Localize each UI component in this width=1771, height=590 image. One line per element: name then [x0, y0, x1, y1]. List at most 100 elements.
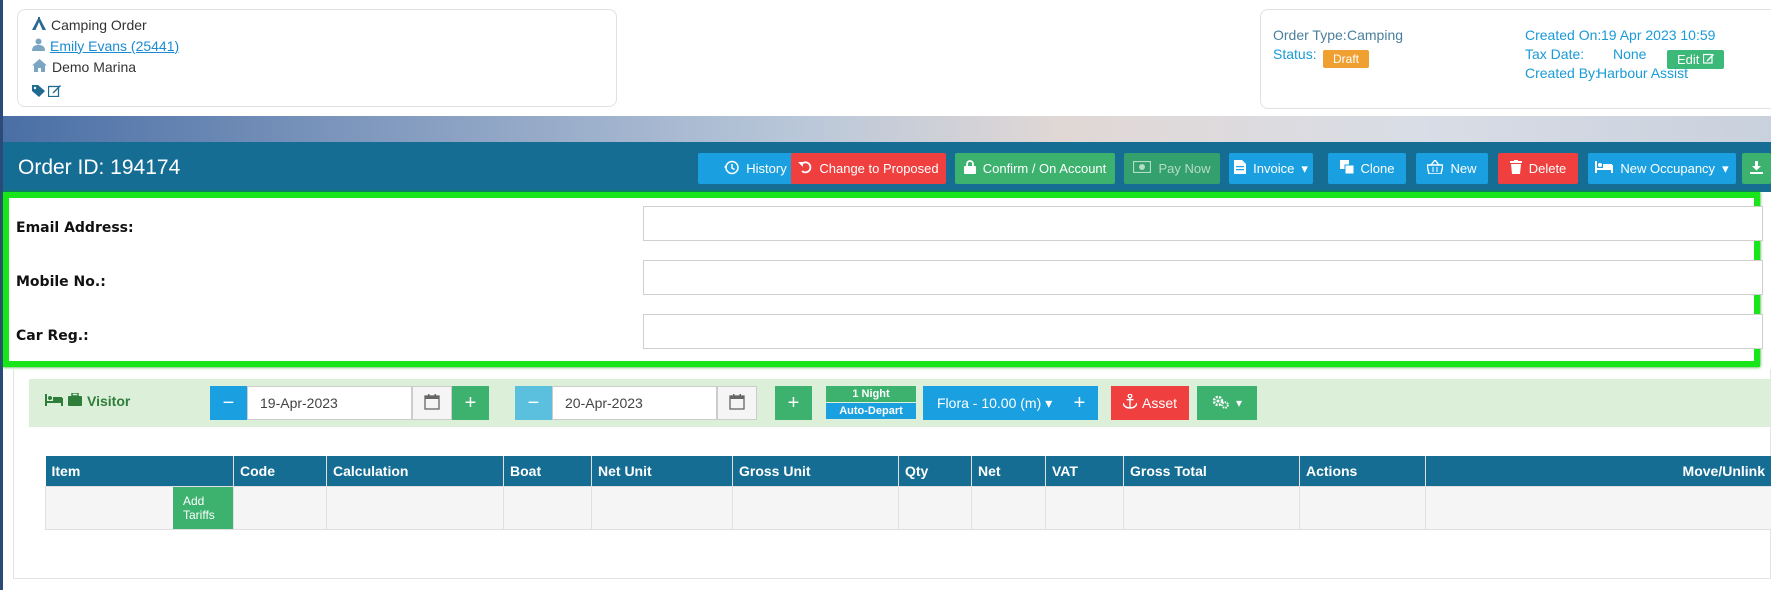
status-badge: Draft — [1323, 50, 1370, 68]
customer-line: Emily Evans (25441) — [32, 35, 602, 56]
created-by-label: Created By: — [1525, 65, 1599, 81]
created-on-value: 19 Apr 2023 10:59 — [1601, 27, 1716, 43]
auto-depart-label: Auto-Depart — [839, 405, 903, 417]
invoice-label: Invoice — [1253, 161, 1295, 176]
tent-icon — [32, 16, 51, 33]
order-type-title: Camping Order — [51, 16, 147, 33]
bed-icon — [45, 393, 63, 409]
history-icon — [724, 160, 740, 178]
new-label: New — [1450, 161, 1477, 176]
column-header: Net Unit — [591, 456, 733, 486]
confirm-on-account-button[interactable]: Confirm / On Account — [955, 153, 1115, 184]
auto-depart-badge: Auto-Depart — [826, 403, 916, 419]
column-header: Code — [233, 456, 327, 486]
table-cell — [971, 485, 1046, 530]
customer-link[interactable]: Emily Evans (25441) — [50, 38, 179, 54]
location-line: Demo Marina — [32, 56, 602, 77]
column-header: Actions — [1299, 456, 1426, 486]
departure-calendar-button[interactable] — [717, 386, 757, 420]
order-header-bar: Order ID: 194174 History Change to Propo… — [3, 142, 1771, 192]
money-icon — [1133, 160, 1152, 176]
column-header: Move/Unlink — [1425, 456, 1771, 486]
asset-button[interactable]: Asset — [1111, 386, 1190, 420]
location-name: Demo Marina — [52, 58, 137, 75]
add-tariffs-button[interactable]: Add Tariffs — [173, 486, 233, 529]
table-cell — [1425, 485, 1771, 530]
berth-label: Flora - 10.00 (m) — [937, 395, 1042, 411]
column-header: Calculation — [326, 456, 504, 486]
table-cell — [898, 485, 972, 530]
table-cell — [732, 485, 899, 530]
clone-label: Clone — [1360, 161, 1395, 176]
tariffs-table: Item Code Calculation Boat Net Unit Gros… — [45, 456, 1771, 530]
email-field[interactable] — [643, 206, 1763, 241]
arrival-increment-button[interactable]: + — [452, 386, 489, 420]
tax-date-label: Tax Date: — [1525, 46, 1585, 62]
nights-badge: 1 Night Auto-Depart — [826, 386, 916, 419]
departure-date-input[interactable] — [552, 386, 717, 420]
visitor-label: Visitor — [87, 393, 131, 409]
add-berth-button[interactable]: + — [1061, 386, 1098, 420]
new-occupancy-dropdown-button[interactable]: New Occupancy ▾ — [1588, 153, 1736, 184]
order-id-title: Order ID: 194174 — [18, 156, 181, 179]
table-cell — [233, 485, 327, 530]
order-type-value: Camping — [1347, 27, 1404, 43]
download-button[interactable] — [1742, 153, 1771, 184]
column-header: Gross Unit — [732, 456, 899, 486]
table-cell — [1123, 485, 1300, 530]
basket-icon — [1426, 158, 1445, 177]
order-summary-card: Camping Order Emily Evans (25441) Demo M… — [17, 9, 617, 107]
table-cell — [503, 485, 592, 530]
settings-dropdown-button[interactable]: ▾ — [1197, 386, 1257, 420]
caret-down-icon: ▾ — [1235, 396, 1243, 410]
departure-decrement-button[interactable]: − — [515, 386, 552, 420]
change-to-proposed-button[interactable]: Change to Proposed — [791, 153, 946, 184]
arrival-decrement-button[interactable]: − — [210, 386, 247, 420]
decorative-banner — [3, 116, 1771, 142]
pencil-icon — [1703, 52, 1715, 67]
delete-label: Delete — [1528, 161, 1567, 176]
mobile-label: Mobile No.: — [16, 274, 106, 290]
column-header: Gross Total — [1123, 456, 1300, 486]
table-cell — [1045, 485, 1124, 530]
departure-increment-button[interactable]: + — [775, 386, 812, 420]
user-icon — [32, 38, 50, 54]
asset-label: Asset — [1142, 395, 1178, 411]
car-reg-field[interactable] — [643, 314, 1763, 349]
new-occupancy-label: New Occupancy — [1620, 161, 1716, 176]
tags-row — [32, 81, 602, 103]
visitor-heading: Visitor — [45, 392, 131, 409]
file-icon — [1234, 160, 1247, 177]
column-header: Item — [45, 456, 234, 486]
order-type-label: Order Type: — [1273, 27, 1347, 43]
column-header: Qty — [898, 456, 972, 486]
suitcase-icon — [68, 392, 82, 409]
order-meta-card: Order Type: Camping Status: Draft Create… — [1260, 9, 1771, 109]
nights-count: 1 Night — [826, 386, 916, 402]
caret-down-icon: ▾ — [1045, 394, 1053, 411]
column-header: Net — [971, 456, 1046, 486]
car-reg-label: Car Reg.: — [16, 328, 89, 344]
arrival-date-input[interactable] — [247, 386, 412, 420]
order-title-line: Camping Order — [32, 14, 602, 35]
calendar-icon — [424, 393, 440, 413]
caret-down-icon: ▾ — [1722, 160, 1729, 176]
invoice-dropdown-button[interactable]: Invoice ▾ — [1229, 153, 1313, 184]
status-label: Status: — [1273, 46, 1317, 62]
anchor-icon — [1122, 393, 1138, 412]
history-label: History — [746, 161, 787, 176]
pay-now-button[interactable]: Pay Now — [1124, 153, 1220, 184]
clone-button[interactable]: Clone — [1328, 153, 1406, 184]
table-cell — [1299, 485, 1426, 530]
email-label: Email Address: — [16, 220, 134, 236]
new-button[interactable]: New — [1416, 153, 1488, 184]
column-header: Boat — [503, 456, 592, 486]
table-cell: Add Tariffs — [45, 485, 234, 530]
delete-button[interactable]: Delete — [1498, 153, 1578, 184]
arrival-calendar-button[interactable] — [412, 386, 452, 420]
table-row: Add Tariffs — [45, 485, 1771, 530]
edit-tags-icon[interactable] — [47, 84, 61, 100]
tag-icon[interactable] — [32, 84, 45, 100]
berth-dropdown[interactable]: Flora - 10.00 (m) ▾ — [923, 386, 1067, 420]
mobile-field[interactable] — [643, 260, 1763, 295]
